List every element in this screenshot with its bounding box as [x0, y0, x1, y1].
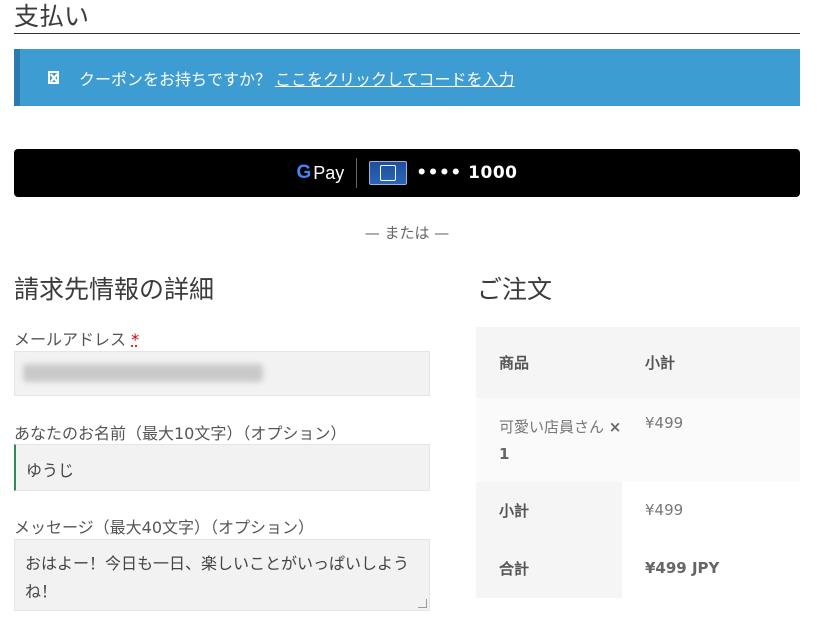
google-g-icon: G	[296, 162, 312, 183]
message-label: メッセージ（最大40文字）（オプション）	[14, 518, 315, 537]
message-value: おはよー！今日も一日、楽しいことがいっぱいしようね！	[25, 554, 410, 601]
subtotal-value: ¥499	[645, 501, 684, 519]
col-subtotal: 小計	[645, 354, 676, 372]
email-field[interactable]	[14, 351, 430, 396]
col-product: 商品	[499, 354, 530, 372]
gpay-divider	[356, 158, 358, 188]
page-title: 支払い	[14, 0, 800, 34]
billing-title: 請求先情報の詳細	[14, 275, 215, 304]
order-header-row: 商品 小計	[476, 327, 800, 398]
email-value-blurred	[23, 364, 263, 382]
item-cell: 可愛い店員さん × 1	[476, 398, 622, 482]
item-name: 可愛い店員さん	[499, 418, 605, 436]
gpay-brand: Pay	[313, 162, 345, 183]
total-value: ¥499 JPY	[645, 559, 720, 577]
google-pay-button[interactable]: G Pay •••• 1000	[14, 149, 800, 197]
name-field[interactable]: ゆうじ	[14, 444, 430, 491]
order-item-row: 可愛い店員さん × 1 ¥499	[476, 398, 800, 482]
coupon-link[interactable]: ここをクリックしてコードを入力	[275, 66, 515, 90]
coupon-icon	[48, 71, 59, 84]
coupon-notice: クーポンをお持ちですか？ ここをクリックしてコードを入力	[14, 49, 800, 106]
subtotal-label: 小計	[476, 482, 622, 538]
subtotal-row: 小計 ¥499	[476, 482, 800, 538]
card-number: •••• 1000	[416, 163, 518, 183]
item-price: ¥499	[645, 414, 684, 432]
order-table: 商品 小計 可愛い店員さん × 1 ¥499 小計 ¥499 合計 ¥499 J…	[476, 327, 800, 598]
total-row: 合計 ¥499 JPY	[476, 538, 800, 598]
or-separator: — または —	[364, 224, 450, 242]
email-label: メールアドレス *	[14, 326, 139, 350]
resize-grip-icon[interactable]	[418, 599, 427, 608]
card-icon	[369, 161, 408, 185]
required-mark: *	[131, 330, 140, 349]
coupon-text: クーポンをお持ちですか？	[79, 69, 272, 89]
order-title: ご注文	[477, 275, 553, 304]
total-label: 合計	[476, 538, 622, 598]
message-field[interactable]: おはよー！今日も一日、楽しいことがいっぱいしようね！	[14, 539, 430, 611]
email-label-text: メールアドレス	[14, 330, 127, 349]
name-label: あなたのお名前（最大10文字）（オプション）	[14, 424, 347, 443]
